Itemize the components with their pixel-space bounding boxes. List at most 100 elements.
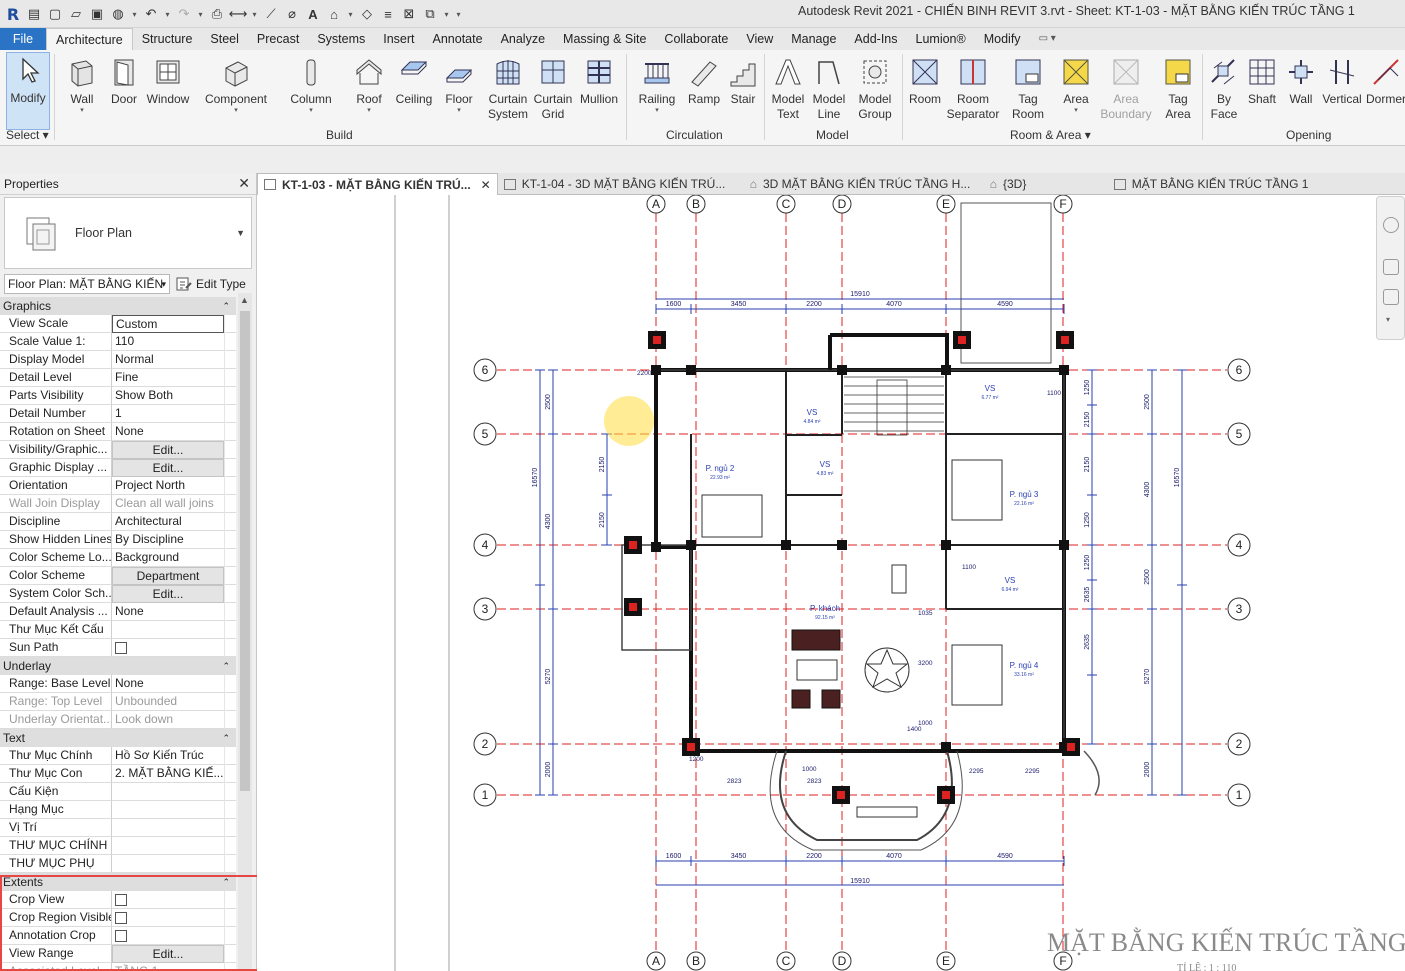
print-icon[interactable]: ⎙ (208, 5, 226, 23)
roof-button[interactable]: Roof ▾ (350, 54, 388, 126)
new-file-icon[interactable]: ▢ (46, 5, 64, 23)
scrollbar-thumb[interactable] (240, 311, 250, 791)
by-face-button[interactable]: By Face (1206, 54, 1242, 126)
scroll-up-icon[interactable]: ▲ (240, 295, 249, 305)
prop-value[interactable] (112, 837, 224, 855)
prop-value[interactable]: Show Both (112, 387, 224, 405)
prop-value[interactable] (112, 855, 224, 873)
prop-row-display-model[interactable]: Display Model Normal (0, 351, 236, 369)
sync-icon[interactable]: ◍ (109, 5, 127, 23)
tab-massing-site[interactable]: Massing & Site (554, 28, 655, 50)
instance-filter-select[interactable]: Floor Plan: MẶT BẰNG KIẾN ▾ (4, 274, 170, 294)
collapse-icon[interactable]: ⌃ (222, 297, 230, 315)
prop-edit-button[interactable]: Edit... (112, 441, 224, 459)
vertical-opening-button[interactable]: Vertical (1320, 54, 1364, 126)
prop-value[interactable]: Fine (112, 369, 224, 387)
prop-row-view-scale[interactable]: View Scale Custom (0, 315, 236, 333)
prop-row-vi-tri[interactable]: Vị Trí (0, 819, 236, 837)
tab-modify[interactable]: Modify (975, 28, 1030, 50)
drawing-canvas[interactable]: 1600 3450 2200 4070 4590 15910 1600 3450 2200 407… (257, 195, 1405, 971)
tag-area-button[interactable]: Tag Area (1158, 54, 1198, 126)
area-boundary-button[interactable]: Area Boundary (1098, 54, 1154, 126)
prop-row-hang-muc[interactable]: Hạng Mục (0, 801, 236, 819)
view-tab-kt-1-03[interactable]: KT-1-03 - MẶT BẰNG KIẾN TRÚ... ✕ (257, 173, 498, 195)
room-button[interactable]: Room (906, 54, 944, 126)
prop-row-thu-muc-chinh[interactable]: Thư Mục Chính Hồ Sơ Kiến Trúc (0, 747, 236, 765)
view-tab-kt-1-04[interactable]: KT-1-04 - 3D MẶT BẰNG KIẾN TRÚ... (498, 173, 744, 195)
tab-view[interactable]: View (737, 28, 782, 50)
tab-steel[interactable]: Steel (201, 28, 248, 50)
collapse-icon[interactable]: ⌃ (222, 729, 230, 747)
select-panel-dropdown[interactable]: Select ▾ (6, 128, 49, 142)
aligned-dimension-icon[interactable]: ⟋ (262, 5, 280, 23)
prop-edit-button[interactable]: Department (112, 567, 224, 585)
close-icon[interactable]: ✕ (481, 174, 491, 196)
save-icon[interactable]: ▣ (88, 5, 106, 23)
modify-button[interactable]: Modify (6, 52, 50, 130)
prop-value[interactable]: None (112, 603, 224, 621)
prop-edit-button[interactable]: Edit... (112, 585, 224, 603)
prop-edit-button[interactable]: Edit... (112, 459, 224, 477)
shaft-button[interactable]: Shaft (1244, 54, 1280, 126)
tab-precast[interactable]: Precast (248, 28, 308, 50)
prop-row-default-analysis[interactable]: Default Analysis ... None (0, 603, 236, 621)
switch-windows-dropdown-icon[interactable]: ▾ (442, 5, 451, 23)
tab-lumion[interactable]: Lumion® (907, 28, 975, 50)
section-icon[interactable]: ◇ (358, 5, 376, 23)
undo-dropdown-icon[interactable]: ▾ (163, 5, 172, 23)
redo-dropdown-icon[interactable]: ▾ (196, 5, 205, 23)
prop-value[interactable]: Look down (112, 711, 224, 729)
model-text-button[interactable]: Model Text (768, 54, 808, 126)
ramp-button[interactable]: Ramp (684, 54, 724, 126)
prop-row-sun-path[interactable]: Sun Path (0, 639, 236, 657)
prop-row-detail-number[interactable]: Detail Number 1 (0, 405, 236, 423)
curtain-system-button[interactable]: Curtain System (486, 54, 530, 126)
prop-value[interactable] (112, 621, 224, 639)
prop-value[interactable]: Architectural (112, 513, 224, 531)
prop-value[interactable] (112, 801, 224, 819)
prop-value[interactable]: Background (112, 549, 224, 567)
tab-structure[interactable]: Structure (133, 28, 202, 50)
prop-value[interactable]: Custom (112, 315, 224, 333)
prop-row-wall-join-display[interactable]: Wall Join Display Clean all wall joins (0, 495, 236, 513)
prop-value[interactable]: 1 (112, 405, 224, 423)
prop-value[interactable]: Normal (112, 351, 224, 369)
room-area-panel-dropdown[interactable]: Room & Area ▾ (1010, 128, 1091, 142)
floor-button[interactable]: Floor ▾ (440, 54, 478, 126)
prop-row-cau-kien[interactable]: Cấu Kiện (0, 783, 236, 801)
tab-manage[interactable]: Manage (782, 28, 845, 50)
prop-row-range-top-level[interactable]: Range: Top Level Unbounded (0, 693, 236, 711)
tab-systems[interactable]: Systems (308, 28, 374, 50)
prop-row-show-hidden-lines[interactable]: Show Hidden Lines By Discipline (0, 531, 236, 549)
prop-value[interactable]: 2. MẶT BẰNG KIẾ... (112, 765, 224, 783)
prop-row-scale-value-1[interactable]: Scale Value 1: 110 (0, 333, 236, 351)
prop-value[interactable]: None (112, 423, 224, 441)
prop-row-underlay-orientat[interactable]: Underlay Orientat... Look down (0, 711, 236, 729)
close-icon[interactable]: ✕ (238, 175, 250, 192)
prop-value[interactable] (112, 783, 224, 801)
prop-value[interactable] (112, 819, 224, 837)
3d-view-icon[interactable]: ⌂ (325, 5, 343, 23)
railing-button[interactable]: Railing ▾ (634, 54, 680, 126)
nav-dropdown-icon[interactable]: ▾ (1386, 315, 1390, 324)
prop-row-discipline[interactable]: Discipline Architectural (0, 513, 236, 531)
prop-value[interactable]: None (112, 675, 224, 693)
prop-row-parts-visibility[interactable]: Parts Visibility Show Both (0, 387, 236, 405)
view-tab-floor-plan-1[interactable]: MẶT BẰNG KIẾN TRÚC TẦNG 1 (1108, 173, 1315, 195)
type-selector[interactable]: Floor Plan ▼ (4, 197, 252, 269)
tab-collaborate[interactable]: Collaborate (655, 28, 737, 50)
revit-logo-icon[interactable]: R (4, 5, 22, 24)
prop-row-orientation[interactable]: Orientation Project North (0, 477, 236, 495)
ribbon-minimize-toggle[interactable]: ▭ ▾ (1030, 28, 1065, 50)
open-folder-icon[interactable]: ▱ (67, 5, 85, 23)
tab-analyze[interactable]: Analyze (492, 28, 554, 50)
column-button[interactable]: Column ▾ (286, 54, 336, 126)
properties-scrollbar[interactable]: ▲ (238, 293, 252, 971)
prop-row-system-color-sch[interactable]: System Color Sch... Edit... (0, 585, 236, 603)
prop-row-color-scheme[interactable]: Color Scheme Department (0, 567, 236, 585)
group-graphics[interactable]: Graphics ⌃ (0, 297, 236, 315)
group-text[interactable]: Text ⌃ (0, 729, 236, 747)
prop-row-rotation-on-sheet[interactable]: Rotation on Sheet None (0, 423, 236, 441)
prop-row-detail-level[interactable]: Detail Level Fine (0, 369, 236, 387)
prop-row-visibility-graphic[interactable]: Visibility/Graphic... Edit... (0, 441, 236, 459)
